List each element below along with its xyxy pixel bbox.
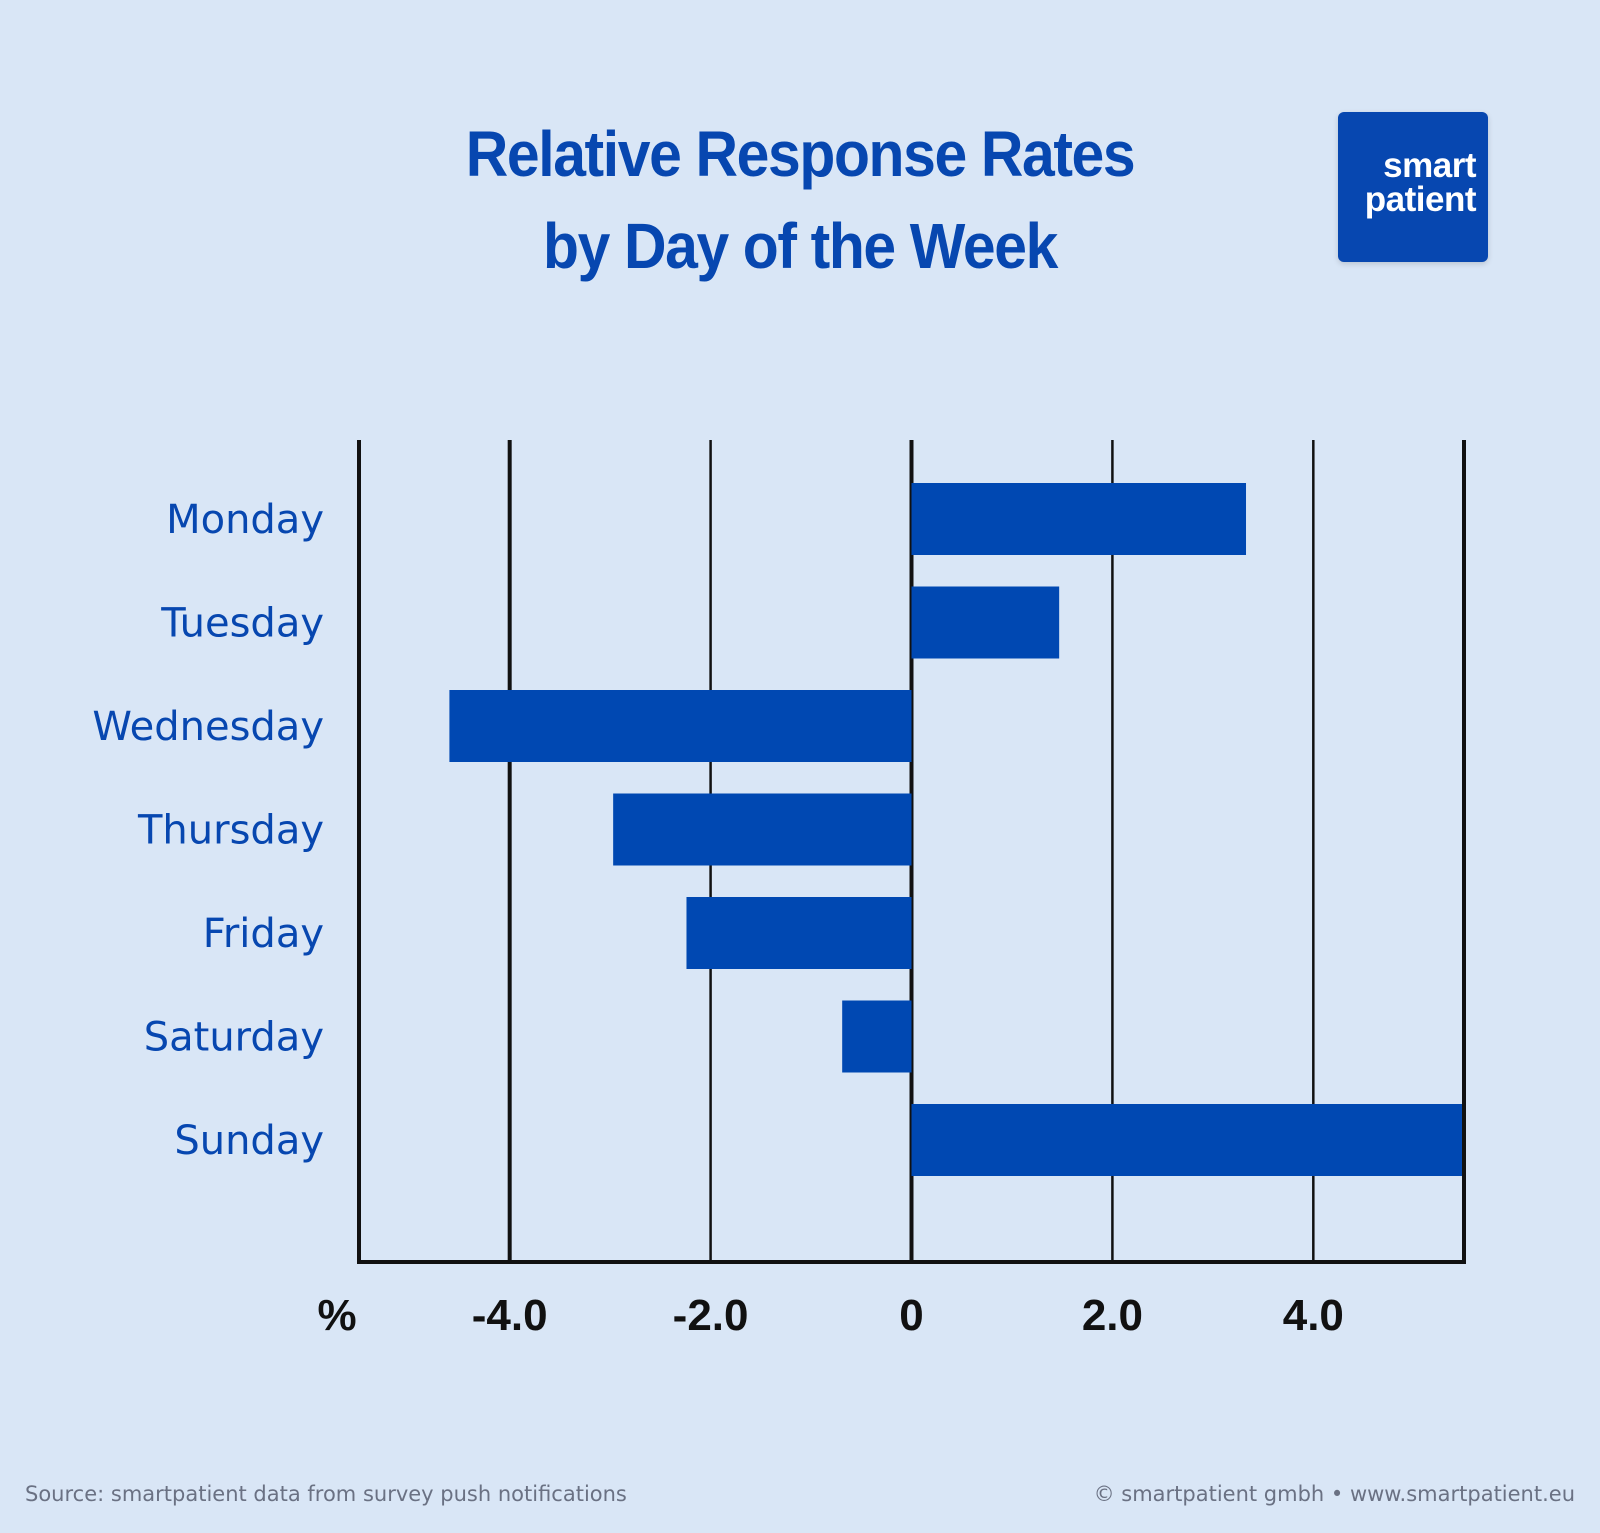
category-labels: Monday Tuesday Wednesday Thursday Friday Satu… [92, 497, 324, 1164]
bar-monday [911, 483, 1247, 555]
category-label-sunday: Sunday [174, 1118, 324, 1164]
bar-friday [686, 897, 912, 969]
x-tick-label: -4.0 [472, 1291, 548, 1340]
source-note: Source: smartpatient data from survey pu… [25, 1482, 627, 1506]
x-tick-label: 2.0 [1082, 1291, 1143, 1340]
x-tick-label: 0 [899, 1291, 923, 1340]
bar-chart: Monday Tuesday Wednesday Thursday Friday Satu… [92, 440, 1466, 1340]
category-label-friday: Friday [203, 911, 324, 957]
x-axis-unit-label: % [317, 1291, 356, 1340]
bar-tuesday [911, 586, 1060, 659]
bar-saturday [842, 1000, 912, 1073]
category-label-thursday: Thursday [137, 808, 324, 854]
bar-thursday [613, 793, 912, 866]
x-tick-label: 4.0 [1283, 1291, 1344, 1340]
category-label-wednesday: Wednesday [92, 704, 324, 750]
category-label-saturday: Saturday [144, 1015, 324, 1061]
category-label-tuesday: Tuesday [160, 601, 324, 647]
bar-sunday [911, 1104, 1462, 1176]
bar-wednesday [449, 690, 912, 762]
bars [449, 483, 1462, 1176]
copyright-note: © smartpatient gmbh • www.smartpatient.e… [1093, 1482, 1575, 1506]
category-label-monday: Monday [166, 497, 324, 543]
x-tick-label: -2.0 [673, 1291, 749, 1340]
x-tick-labels: -4.0 -2.0 0 2.0 4.0% [317, 1291, 1343, 1340]
